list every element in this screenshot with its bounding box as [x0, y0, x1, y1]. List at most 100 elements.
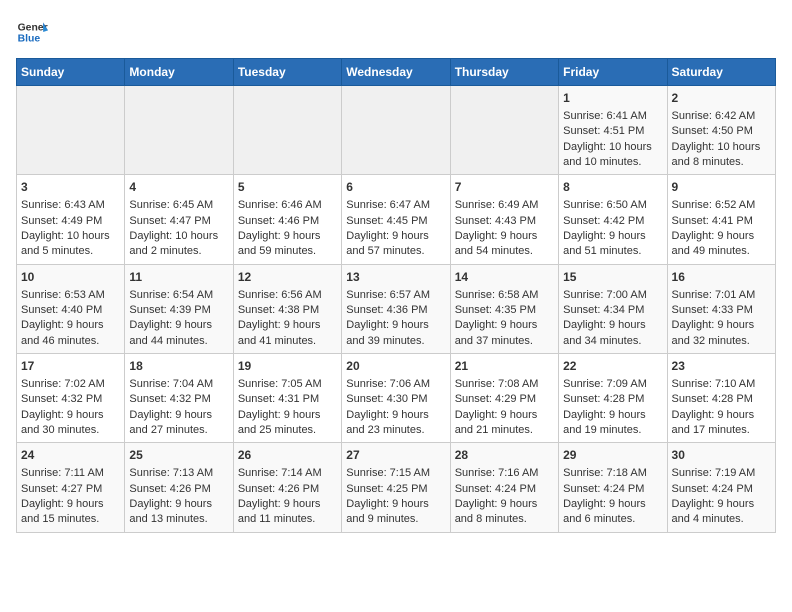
calendar-cell: 21Sunrise: 7:08 AMSunset: 4:29 PMDayligh…	[450, 354, 558, 443]
calendar-cell	[342, 86, 450, 175]
day-info: Sunrise: 6:54 AM	[129, 288, 228, 303]
day-info: Daylight: 9 hours and 17 minutes.	[672, 408, 771, 439]
calendar-body: 1Sunrise: 6:41 AMSunset: 4:51 PMDaylight…	[17, 86, 776, 533]
day-number: 25	[129, 447, 228, 464]
day-info: Sunrise: 6:42 AM	[672, 109, 771, 124]
day-number: 20	[346, 358, 445, 375]
page-header: General Blue	[16, 16, 776, 48]
day-info: Sunset: 4:28 PM	[563, 392, 662, 407]
day-info: Sunset: 4:51 PM	[563, 124, 662, 139]
calendar-cell: 4Sunrise: 6:45 AMSunset: 4:47 PMDaylight…	[125, 175, 233, 264]
calendar-cell: 26Sunrise: 7:14 AMSunset: 4:26 PMDayligh…	[233, 443, 341, 532]
calendar-cell: 23 Sunrise: 7:10 AMSunset: 4:28 PMDayligh…	[667, 354, 775, 443]
day-info: Sunset: 4:35 PM	[455, 303, 554, 318]
day-info: Daylight: 9 hours and 19 minutes.	[563, 408, 662, 439]
day-info: Daylight: 9 hours and 4 minutes.	[672, 497, 771, 528]
day-info: Sunset: 4:38 PM	[238, 303, 337, 318]
days-of-week-row: SundayMondayTuesdayWednesdayThursdayFrid…	[17, 59, 776, 86]
calendar-week-row: 24Sunrise: 7:11 AMSunset: 4:27 PMDayligh…	[17, 443, 776, 532]
day-number: 12	[238, 269, 337, 286]
day-info: Sunrise: 7:18 AM	[563, 466, 662, 481]
day-info: Sunrise: 6:50 AM	[563, 198, 662, 213]
calendar-cell: 5Sunrise: 6:46 AMSunset: 4:46 PMDaylight…	[233, 175, 341, 264]
calendar-cell: 12Sunrise: 6:56 AMSunset: 4:38 PMDayligh…	[233, 264, 341, 353]
calendar-cell	[450, 86, 558, 175]
day-info: Daylight: 9 hours and 49 minutes.	[672, 229, 771, 260]
day-info: Sunrise: 6:58 AM	[455, 288, 554, 303]
calendar-week-row: 1Sunrise: 6:41 AMSunset: 4:51 PMDaylight…	[17, 86, 776, 175]
calendar-table: SundayMondayTuesdayWednesdayThursdayFrid…	[16, 58, 776, 533]
day-number: 14	[455, 269, 554, 286]
day-number: 5	[238, 179, 337, 196]
day-info: Sunset: 4:33 PM	[672, 303, 771, 318]
day-info: Daylight: 9 hours and 11 minutes.	[238, 497, 337, 528]
calendar-cell: 25Sunrise: 7:13 AMSunset: 4:26 PMDayligh…	[125, 443, 233, 532]
day-info: Sunrise: 7:19 AM	[672, 466, 771, 481]
day-info: Daylight: 10 hours and 2 minutes.	[129, 229, 228, 260]
day-info: Daylight: 9 hours and 13 minutes.	[129, 497, 228, 528]
day-info: Daylight: 9 hours and 6 minutes.	[563, 497, 662, 528]
day-info: Sunset: 4:50 PM	[672, 124, 771, 139]
calendar-cell: 27Sunrise: 7:15 AMSunset: 4:25 PMDayligh…	[342, 443, 450, 532]
day-info: Sunset: 4:28 PM	[672, 392, 771, 407]
day-number: 2	[672, 90, 771, 107]
day-info: Daylight: 9 hours and 8 minutes.	[455, 497, 554, 528]
calendar-cell: 7Sunrise: 6:49 AMSunset: 4:43 PMDaylight…	[450, 175, 558, 264]
day-info: Sunset: 4:32 PM	[21, 392, 120, 407]
day-number: 4	[129, 179, 228, 196]
calendar-cell: 1Sunrise: 6:41 AMSunset: 4:51 PMDaylight…	[559, 86, 667, 175]
calendar-cell: 28Sunrise: 7:16 AMSunset: 4:24 PMDayligh…	[450, 443, 558, 532]
day-number: 30	[672, 447, 771, 464]
calendar-week-row: 3Sunrise: 6:43 AMSunset: 4:49 PMDaylight…	[17, 175, 776, 264]
dow-header: Thursday	[450, 59, 558, 86]
day-info: Sunrise: 7:10 AM	[672, 377, 771, 392]
calendar-cell: 30Sunrise: 7:19 AMSunset: 4:24 PMDayligh…	[667, 443, 775, 532]
day-info: Sunrise: 6:57 AM	[346, 288, 445, 303]
day-number: 21	[455, 358, 554, 375]
day-info: Daylight: 9 hours and 41 minutes.	[238, 318, 337, 349]
day-info: Sunrise: 6:53 AM	[21, 288, 120, 303]
calendar-cell: 6Sunrise: 6:47 AMSunset: 4:45 PMDaylight…	[342, 175, 450, 264]
calendar-cell: 15Sunrise: 7:00 AMSunset: 4:34 PMDayligh…	[559, 264, 667, 353]
calendar-cell: 11Sunrise: 6:54 AMSunset: 4:39 PMDayligh…	[125, 264, 233, 353]
calendar-cell: 9Sunrise: 6:52 AMSunset: 4:41 PMDaylight…	[667, 175, 775, 264]
day-info: Sunrise: 7:05 AM	[238, 377, 337, 392]
day-info: Daylight: 9 hours and 9 minutes.	[346, 497, 445, 528]
day-number: 3	[21, 179, 120, 196]
day-info: Sunset: 4:29 PM	[455, 392, 554, 407]
day-info: Daylight: 9 hours and 25 minutes.	[238, 408, 337, 439]
day-number: 7	[455, 179, 554, 196]
day-info: Sunrise: 7:09 AM	[563, 377, 662, 392]
logo: General Blue	[16, 16, 52, 48]
calendar-cell: 29Sunrise: 7:18 AMSunset: 4:24 PMDayligh…	[559, 443, 667, 532]
dow-header: Saturday	[667, 59, 775, 86]
day-number: 24	[21, 447, 120, 464]
day-info: Sunrise: 6:49 AM	[455, 198, 554, 213]
day-info: Sunrise: 6:52 AM	[672, 198, 771, 213]
calendar-cell: 14Sunrise: 6:58 AMSunset: 4:35 PMDayligh…	[450, 264, 558, 353]
day-info: Sunset: 4:32 PM	[129, 392, 228, 407]
day-info: Sunset: 4:49 PM	[21, 214, 120, 229]
day-info: Sunset: 4:41 PM	[672, 214, 771, 229]
day-info: Sunrise: 6:47 AM	[346, 198, 445, 213]
day-info: Daylight: 9 hours and 57 minutes.	[346, 229, 445, 260]
day-info: Daylight: 9 hours and 23 minutes.	[346, 408, 445, 439]
day-number: 23	[672, 358, 771, 375]
day-info: Sunset: 4:27 PM	[21, 482, 120, 497]
calendar-cell: 18Sunrise: 7:04 AMSunset: 4:32 PMDayligh…	[125, 354, 233, 443]
day-info: Daylight: 9 hours and 44 minutes.	[129, 318, 228, 349]
calendar-week-row: 17Sunrise: 7:02 AMSunset: 4:32 PMDayligh…	[17, 354, 776, 443]
calendar-cell: 16Sunrise: 7:01 AMSunset: 4:33 PMDayligh…	[667, 264, 775, 353]
calendar-cell	[125, 86, 233, 175]
day-info: Sunrise: 7:04 AM	[129, 377, 228, 392]
dow-header: Sunday	[17, 59, 125, 86]
calendar-week-row: 10Sunrise: 6:53 AMSunset: 4:40 PMDayligh…	[17, 264, 776, 353]
day-number: 11	[129, 269, 228, 286]
day-info: Daylight: 9 hours and 21 minutes.	[455, 408, 554, 439]
day-number: 28	[455, 447, 554, 464]
day-info: Sunrise: 7:16 AM	[455, 466, 554, 481]
day-info: Sunset: 4:24 PM	[563, 482, 662, 497]
calendar-cell: 24Sunrise: 7:11 AMSunset: 4:27 PMDayligh…	[17, 443, 125, 532]
day-info: Sunrise: 7:15 AM	[346, 466, 445, 481]
day-info: Sunset: 4:45 PM	[346, 214, 445, 229]
